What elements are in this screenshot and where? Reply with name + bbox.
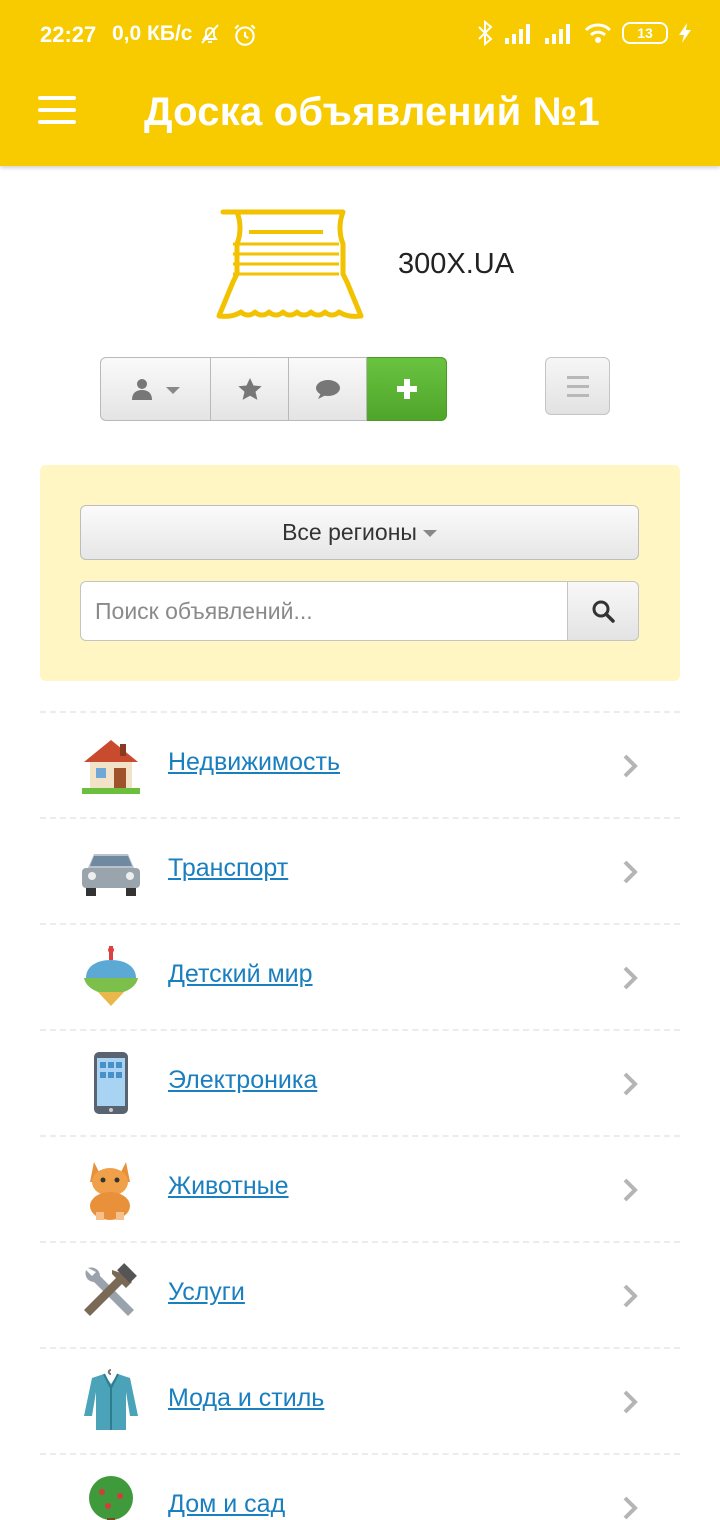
board-logo-icon — [216, 209, 364, 319]
cat-icon — [90, 1162, 130, 1220]
chevron-down-icon — [422, 530, 437, 537]
chevron-right-icon — [623, 1284, 638, 1308]
category-label: Транспорт — [168, 854, 289, 882]
secondary-menu-button[interactable] — [545, 357, 610, 415]
brand-name: 300X.UA — [398, 248, 515, 280]
menu-line — [566, 384, 589, 388]
category-item-kids[interactable]: Детский мир — [40, 923, 680, 1029]
user-menu-button[interactable] — [100, 357, 211, 421]
car-icon — [82, 854, 140, 896]
category-label: Детский мир — [168, 960, 313, 988]
category-label: Недвижимость — [168, 748, 340, 776]
category-item-fashion[interactable]: Мода и стиль — [40, 1347, 680, 1453]
star-icon — [237, 378, 262, 400]
menu-line — [566, 393, 589, 397]
spinning-top-icon — [84, 946, 138, 1006]
hamburger-line — [38, 96, 76, 100]
search-panel: Все регионы — [40, 465, 680, 681]
mute-bell-icon — [201, 24, 219, 44]
user-icon — [131, 379, 152, 400]
site-logo[interactable] — [203, 208, 367, 320]
add-listing-button[interactable] — [367, 357, 447, 421]
chevron-right-icon — [623, 1072, 638, 1096]
battery-indicator: 13 — [622, 22, 668, 44]
region-select-label: Все регионы — [282, 519, 417, 545]
category-list: Недвижимость Транспорт Детский мир Элект… — [40, 711, 680, 1520]
category-label: Животные — [168, 1172, 289, 1200]
search-button[interactable] — [567, 581, 639, 641]
signal-icon — [505, 24, 530, 44]
jacket-icon — [84, 1369, 138, 1430]
app-bar: 22:27 0,0 КБ/с 13 Доска объявлений №1 — [0, 0, 720, 166]
category-item-electronics[interactable]: Электроника — [40, 1029, 680, 1135]
category-item-real-estate[interactable]: Недвижимость — [40, 711, 680, 817]
chevron-right-icon — [623, 860, 638, 884]
region-select[interactable]: Все регионы — [80, 505, 639, 560]
chat-bubble-icon — [315, 380, 340, 399]
hamburger-line — [38, 120, 76, 124]
status-icons-right: 13 — [476, 20, 692, 46]
alarm-icon — [234, 24, 256, 46]
category-item-transport[interactable]: Транспорт — [40, 817, 680, 923]
category-item-home-garden[interactable]: Дом и сад — [40, 1453, 680, 1520]
app-title: Доска объявлений №1 — [144, 90, 600, 134]
search-bar — [80, 581, 639, 641]
category-label: Электроника — [168, 1066, 318, 1094]
toolbar-button-group — [100, 357, 447, 421]
category-item-animals[interactable]: Животные — [40, 1135, 680, 1241]
plus-icon — [396, 379, 417, 399]
chevron-right-icon — [623, 1390, 638, 1414]
status-time: 22:27 — [40, 22, 97, 47]
favorites-button[interactable] — [211, 357, 289, 421]
status-icons-left — [198, 22, 258, 48]
category-label: Услуги — [168, 1278, 245, 1306]
category-label: Мода и стиль — [168, 1384, 325, 1412]
wifi-icon — [584, 23, 612, 43]
house-icon — [82, 740, 140, 794]
search-input[interactable] — [80, 581, 567, 641]
bluetooth-icon — [478, 20, 493, 46]
search-icon — [592, 600, 615, 623]
charging-bolt-icon — [679, 23, 691, 43]
status-network-speed: 0,0 КБ/с — [112, 22, 193, 45]
chevron-right-icon — [623, 1496, 638, 1520]
category-item-services[interactable]: Услуги — [40, 1241, 680, 1347]
nav-menu-button[interactable] — [38, 96, 76, 124]
tree-icon — [89, 1476, 133, 1520]
chevron-right-icon — [623, 754, 638, 778]
hamburger-line — [38, 108, 76, 112]
chevron-down-icon — [165, 386, 180, 394]
signal-icon-2 — [545, 24, 570, 44]
chevron-right-icon — [623, 1178, 638, 1202]
category-label: Дом и сад — [168, 1490, 286, 1518]
tools-icon — [84, 1263, 137, 1316]
menu-line — [566, 375, 589, 379]
messages-button[interactable] — [289, 357, 367, 421]
chevron-right-icon — [623, 966, 638, 990]
phone-icon — [94, 1052, 128, 1114]
status-bar: 22:27 0,0 КБ/с 13 — [0, 0, 720, 70]
